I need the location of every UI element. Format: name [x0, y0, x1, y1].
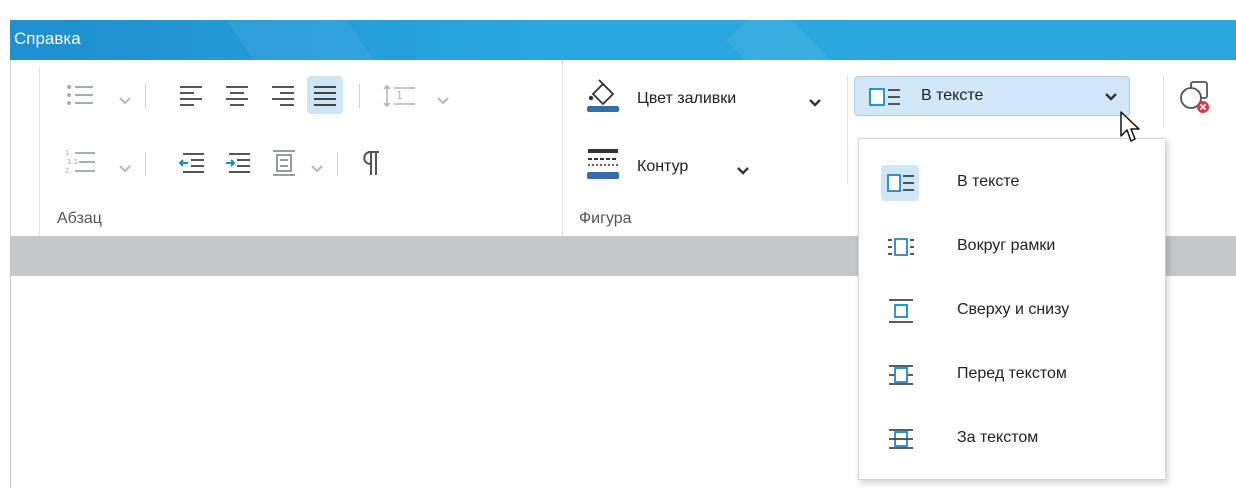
outline-icon[interactable] — [585, 146, 621, 180]
line-spacing-icon[interactable]: 1 — [383, 84, 417, 108]
group-divider — [562, 60, 563, 236]
menu-item-square[interactable]: Вокруг рамки — [859, 215, 1165, 279]
menu-item-in-front[interactable]: Перед текстом — [859, 343, 1165, 407]
titlebar-decoration — [218, 20, 382, 60]
group-label-paragraph: Абзац — [57, 210, 102, 227]
chevron-down-icon[interactable] — [119, 160, 131, 178]
wrap-in-front-icon — [881, 357, 919, 393]
chevron-down-icon[interactable] — [437, 92, 449, 110]
paragraph-spacing-icon[interactable] — [271, 150, 297, 176]
menu-item-inline[interactable]: В тексте — [859, 151, 1165, 215]
menu-item-top-bottom[interactable]: Сверху и снизу — [859, 279, 1165, 343]
menu-item-label: Перед текстом — [957, 365, 1067, 382]
chevron-down-icon[interactable] — [737, 162, 749, 180]
group-divider — [1163, 76, 1164, 128]
bullet-list-icon[interactable] — [65, 82, 95, 108]
shapes-delete-icon[interactable] — [1179, 80, 1215, 114]
svg-text:1.: 1. — [65, 149, 72, 157]
titlebar-decoration — [726, 20, 854, 60]
numbered-list-icon[interactable]: 1. 1.1 2. — [65, 148, 97, 176]
fill-color-button[interactable]: Цвет заливки — [637, 90, 736, 108]
ribbon-divider — [39, 68, 40, 238]
mouse-cursor-icon — [1119, 110, 1141, 149]
divider — [359, 84, 360, 108]
chevron-down-icon[interactable] — [809, 94, 821, 112]
fill-bucket-icon[interactable] — [585, 78, 621, 112]
svg-text:1: 1 — [396, 89, 403, 102]
menu-item-label: В тексте — [957, 173, 1020, 190]
wrap-top-bottom-icon — [881, 293, 919, 329]
align-justify-button[interactable] — [307, 76, 343, 114]
outline-button[interactable]: Контур — [637, 158, 688, 176]
chevron-down-icon[interactable] — [311, 160, 323, 178]
menu-item-label: За текстом — [957, 429, 1039, 446]
chevron-down-icon[interactable] — [119, 92, 131, 110]
menu-item-behind[interactable]: За текстом — [859, 407, 1165, 471]
align-right-icon[interactable] — [271, 84, 295, 106]
menu-item-label: Сверху и снизу — [957, 301, 1070, 318]
text-wrap-button-label: В тексте — [921, 87, 984, 104]
divider — [145, 152, 146, 176]
title-bar: Справка — [10, 20, 1236, 60]
pilcrow-icon[interactable] — [359, 150, 381, 176]
divider — [337, 152, 338, 176]
wrap-inline-icon — [881, 165, 919, 201]
wrap-behind-icon — [881, 421, 919, 457]
svg-text:1.1: 1.1 — [67, 158, 78, 166]
increase-indent-icon[interactable] — [225, 152, 251, 174]
wrap-square-icon — [881, 229, 919, 265]
divider — [145, 84, 146, 108]
decrease-indent-icon[interactable] — [179, 152, 205, 174]
svg-text:2.: 2. — [65, 167, 72, 175]
text-wrap-button[interactable]: В тексте — [854, 76, 1130, 116]
group-divider — [847, 76, 848, 184]
align-center-icon[interactable] — [225, 84, 249, 106]
chevron-down-icon — [1105, 93, 1117, 101]
menu-item-label: Вокруг рамки — [957, 237, 1056, 254]
align-left-icon[interactable] — [179, 84, 203, 106]
group-label-shape: Фигура — [579, 210, 632, 227]
wrap-inline-icon — [869, 88, 900, 106]
text-wrap-menu: В тексте Вокруг рамки Сверху и снизу Пер… — [858, 138, 1166, 480]
tab-help[interactable]: Справка — [14, 29, 81, 49]
